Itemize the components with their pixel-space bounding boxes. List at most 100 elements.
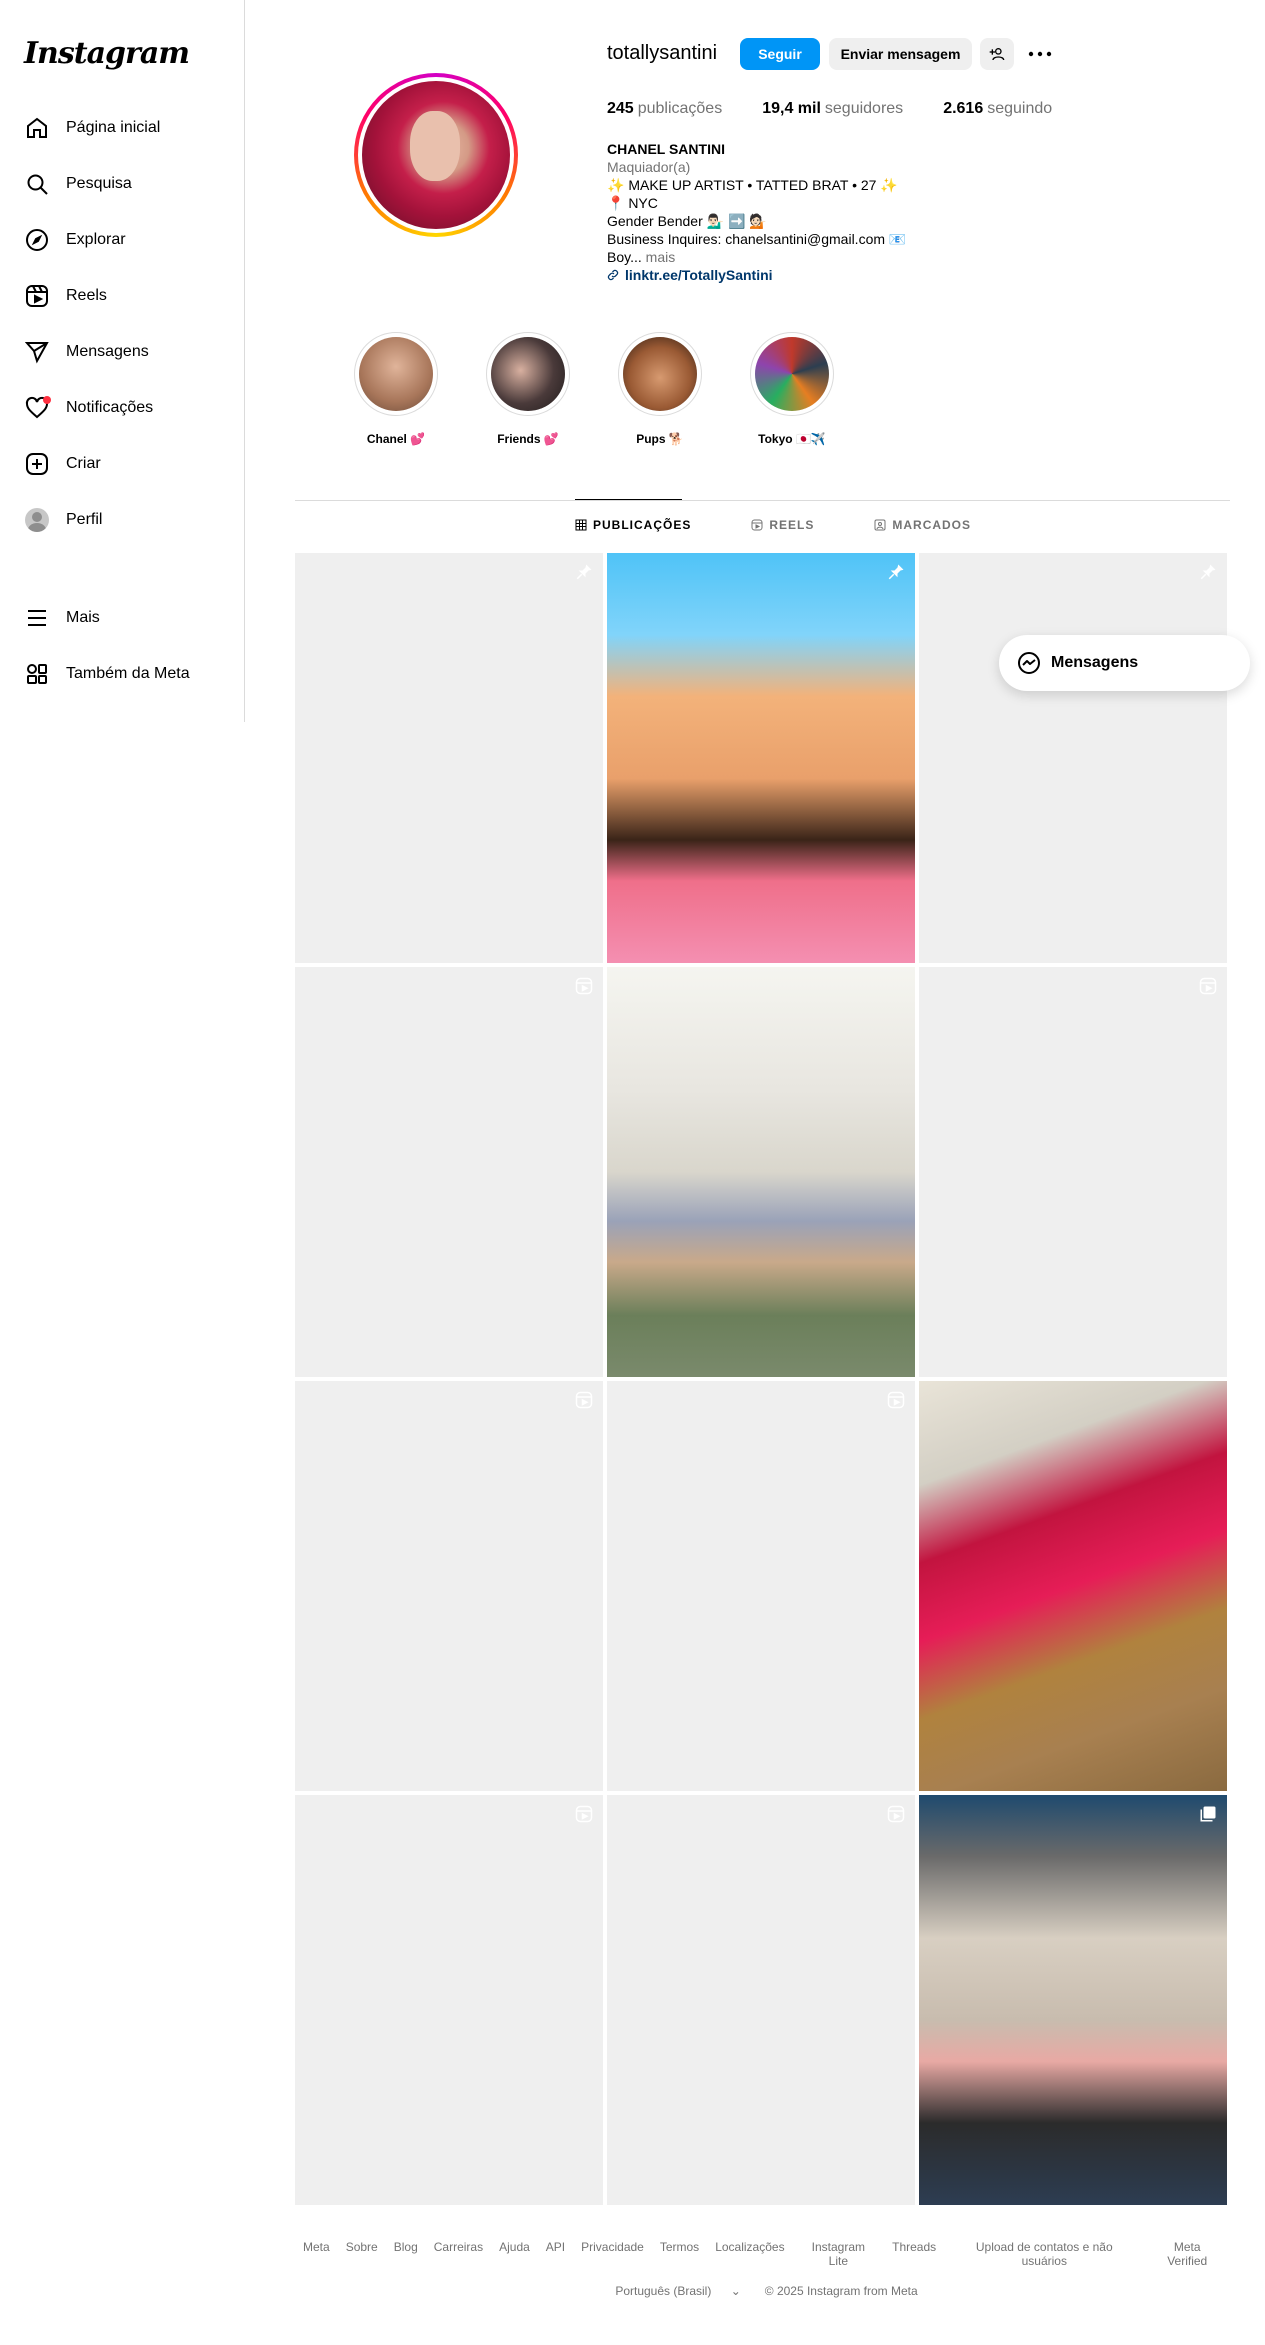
- footer-link[interactable]: Termos: [660, 2240, 699, 2268]
- profile-tabs: PUBLICAÇÕES REELS MARCADOS: [575, 518, 1031, 532]
- link-icon: [607, 269, 619, 281]
- post-tile[interactable]: [295, 967, 603, 1377]
- footer-link[interactable]: API: [546, 2240, 565, 2268]
- post-tile[interactable]: [607, 1795, 915, 2205]
- follow-button[interactable]: Seguir: [740, 38, 820, 70]
- post-tile[interactable]: [295, 1381, 603, 1791]
- footer-link[interactable]: Ajuda: [499, 2240, 530, 2268]
- footer-link[interactable]: Threads: [892, 2240, 936, 2268]
- notification-dot: [43, 396, 51, 404]
- footer-link[interactable]: Meta: [303, 2240, 330, 2268]
- tab-reels[interactable]: REELS: [751, 518, 814, 532]
- sidebar-item-search[interactable]: Pesquisa: [12, 156, 232, 212]
- post-tile[interactable]: [919, 1381, 1227, 1791]
- footer-link[interactable]: Blog: [394, 2240, 418, 2268]
- bio-more-link[interactable]: mais: [642, 249, 676, 265]
- highlight-cover: [359, 337, 433, 411]
- post-tile[interactable]: [607, 553, 915, 963]
- sidebar-item-label: Reels: [66, 287, 107, 304]
- profile-picture[interactable]: [354, 73, 518, 237]
- post-tile[interactable]: [607, 1381, 915, 1791]
- highlight-item[interactable]: Friends 💕: [462, 332, 594, 446]
- bio-line: 📍 NYC: [607, 195, 658, 211]
- floating-messages-button[interactable]: Mensagens: [999, 635, 1250, 691]
- profile-username: totallysantini: [607, 42, 718, 64]
- sidebar: Instagram Página inicial Pesquisa Explor…: [0, 0, 245, 722]
- sidebar-item-profile[interactable]: Perfil: [12, 492, 232, 548]
- footer-link[interactable]: Sobre: [346, 2240, 378, 2268]
- messenger-icon: [1018, 652, 1040, 674]
- footer-link[interactable]: Meta Verified: [1152, 2240, 1222, 2268]
- grid-icon: [575, 519, 587, 531]
- sidebar-item-messages[interactable]: Mensagens: [12, 324, 232, 380]
- tab-tagged[interactable]: MARCADOS: [874, 518, 971, 532]
- sidebar-item-create[interactable]: Criar: [12, 436, 232, 492]
- plus-square-icon: [24, 451, 50, 477]
- sidebar-item-label: Pesquisa: [66, 175, 132, 192]
- send-message-button[interactable]: Enviar mensagem: [829, 38, 972, 70]
- post-tile[interactable]: [919, 553, 1227, 963]
- sidebar-item-more[interactable]: Mais: [12, 590, 232, 646]
- sidebar-item-home[interactable]: Página inicial: [12, 100, 232, 156]
- post-tile[interactable]: [295, 1795, 603, 2205]
- following-count[interactable]: 2.616 seguindo: [943, 100, 1052, 118]
- highlight-label: Tokyo 🇯🇵✈️: [758, 432, 826, 446]
- copyright: © 2025 Instagram from Meta: [764, 2284, 918, 2298]
- heart-icon: [24, 395, 51, 421]
- highlight-label: Chanel 💕: [366, 432, 426, 446]
- sidebar-item-also-from-meta[interactable]: Também da Meta: [12, 646, 232, 702]
- language-selector[interactable]: Português (Brasil) ⌄: [607, 2284, 748, 2298]
- options-button[interactable]: [1026, 42, 1054, 66]
- footer-link[interactable]: Privacidade: [581, 2240, 644, 2268]
- compass-icon: [24, 227, 50, 253]
- footer-link[interactable]: Upload de contatos e não usuários: [952, 2240, 1136, 2268]
- highlight-cover: [491, 337, 565, 411]
- instagram-logo[interactable]: Instagram: [24, 36, 190, 71]
- highlight-label: Pups 🐕: [636, 432, 684, 446]
- footer-link[interactable]: Localizações: [715, 2240, 784, 2268]
- highlight-item[interactable]: Tokyo 🇯🇵✈️: [726, 332, 858, 446]
- post-tile[interactable]: [295, 553, 603, 963]
- profile-stats: 245 publicações 19,4 mil seguidores 2.616 s…: [607, 100, 1092, 118]
- tabs-divider: [295, 500, 1230, 501]
- sidebar-bottom: Mais Também da Meta: [12, 590, 232, 702]
- highlight-item[interactable]: Pups 🐕: [594, 332, 726, 446]
- sidebar-item-explore[interactable]: Explorar: [12, 212, 232, 268]
- menu-icon: [24, 605, 50, 631]
- sidebar-item-label: Notificações: [66, 399, 154, 416]
- post-tile[interactable]: [607, 967, 915, 1377]
- story-highlights: Chanel 💕 Friends 💕 Pups 🐕 Tokyo 🇯🇵✈️: [330, 332, 858, 446]
- footer-bottom: Português (Brasil) ⌄ © 2025 Instagram fr…: [295, 2284, 1230, 2298]
- more-icon: [1028, 51, 1052, 57]
- posts-grid: [295, 553, 1227, 2205]
- pin-icon: [1200, 564, 1216, 580]
- suggest-user-button[interactable]: [980, 38, 1014, 70]
- highlight-item[interactable]: Chanel 💕: [330, 332, 462, 446]
- pin-icon: [576, 564, 592, 580]
- profile-bio: CHANEL SANTINI Maquiador(a) ✨ MAKE UP AR…: [607, 140, 1007, 284]
- sidebar-item-label: Também da Meta: [66, 665, 190, 682]
- bio-line: Business Inquires: chanelsantini@gmail.c…: [607, 231, 907, 247]
- sidebar-item-notifications[interactable]: Notificações: [12, 380, 232, 436]
- footer-links: Meta Sobre Blog Carreiras Ajuda API Priv…: [295, 2240, 1230, 2268]
- sidebar-item-label: Perfil: [66, 511, 103, 528]
- highlight-cover: [755, 337, 829, 411]
- post-tile[interactable]: [919, 1795, 1227, 2205]
- bio-category: Maquiador(a): [607, 159, 691, 175]
- footer-link[interactable]: Instagram Lite: [801, 2240, 877, 2268]
- reel-icon: [1199, 977, 1217, 995]
- post-tile[interactable]: [919, 967, 1227, 1377]
- reel-icon: [887, 1391, 905, 1409]
- pin-icon: [888, 564, 904, 580]
- footer-link[interactable]: Carreiras: [434, 2240, 483, 2268]
- tab-posts[interactable]: PUBLICAÇÕES: [575, 518, 691, 532]
- tagged-icon: [874, 519, 886, 531]
- bio-link[interactable]: linktr.ee/TotallySantini: [607, 266, 1007, 284]
- active-tab-indicator: [575, 499, 682, 500]
- followers-count[interactable]: 19,4 mil seguidores: [762, 100, 903, 118]
- bio-line: ✨ MAKE UP ARTIST • TATTED BRAT • 27 ✨: [607, 177, 898, 193]
- sidebar-item-reels[interactable]: Reels: [12, 268, 232, 324]
- bio-line: Gender Bender 💁🏻‍♂️ ➡️ 💁🏻: [607, 213, 767, 229]
- floating-messages-label: Mensagens: [1051, 654, 1139, 671]
- sidebar-nav: Página inicial Pesquisa Explorar Reels M…: [12, 100, 232, 548]
